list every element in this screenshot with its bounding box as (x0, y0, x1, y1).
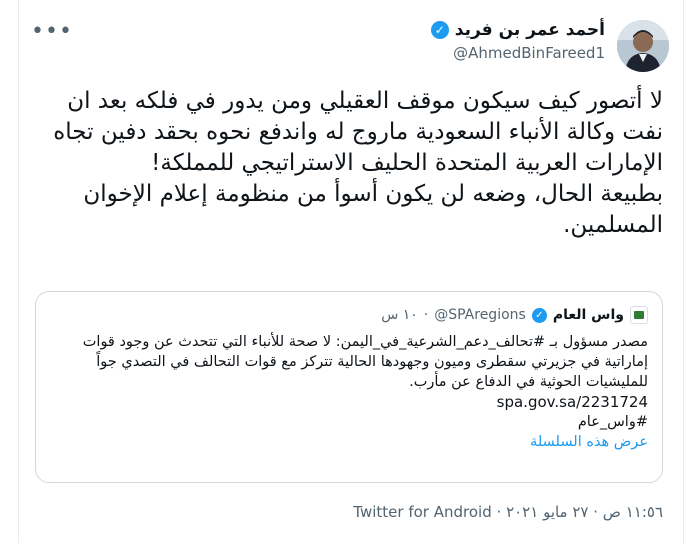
quoted-separator: · (423, 307, 429, 323)
quoted-author-handle: @SPAregions (434, 307, 526, 323)
quoted-avatar (630, 306, 648, 324)
tweet-footer: ١١:٥٦ ص · ٢٧ مايو ٢٠٢١ · Twitter for And… (39, 503, 663, 521)
author-info: أحمد عمر بن فريد ✓ @AhmedBinFareed1 (430, 20, 605, 62)
quoted-link[interactable]: spa.gov.sa/2231724 (50, 392, 648, 412)
quoted-tweet[interactable]: واس العام ✓ @SPAregions · ١٠ س مصدر مسؤو… (35, 291, 663, 483)
quoted-author-name: واس العام (552, 307, 624, 323)
quoted-hashtag[interactable]: #واس_عام (50, 412, 648, 432)
quoted-text: مصدر مسؤول بـ #تحالف_دعم_الشرعية_في_اليم… (82, 334, 648, 390)
quoted-time: ١٠ س (381, 307, 418, 323)
quoted-body: مصدر مسؤول بـ #تحالف_دعم_الشرعية_في_اليم… (50, 332, 648, 452)
author-avatar[interactable] (617, 20, 669, 72)
author-name-row[interactable]: أحمد عمر بن فريد ✓ (430, 20, 605, 40)
tweet-text: لا أتصور كيف سيكون موقف العقيلي ومن يدور… (37, 86, 663, 241)
show-thread-link[interactable]: عرض هذه السلسلة (50, 432, 648, 452)
tweet-card: ••• أحمد عمر بن فريد ✓ @AhmedBinFareed1 … (18, 0, 684, 543)
tweet-text-line: بطبيعة الحال، وضعه لن يكون أسوأ من منظوم… (83, 181, 663, 238)
verified-badge-icon: ✓ (430, 21, 449, 39)
tweet-text-line: لا أتصور كيف سيكون موقف العقيلي ومن يدور… (53, 88, 663, 176)
avatar-image (617, 20, 669, 72)
more-options-icon[interactable]: ••• (31, 21, 73, 43)
author-name[interactable]: أحمد عمر بن فريد (455, 20, 605, 40)
tweet-source[interactable]: Twitter for Android (353, 503, 491, 521)
tweet-timestamp[interactable]: ١١:٥٦ ص · ٢٧ مايو ٢٠٢١ · (497, 503, 663, 521)
verified-badge-icon: ✓ (531, 307, 547, 323)
quoted-tweet-header: واس العام ✓ @SPAregions · ١٠ س (50, 306, 648, 324)
author-handle[interactable]: @AhmedBinFareed1 (431, 44, 605, 62)
tweet-header: ••• أحمد عمر بن فريد ✓ @AhmedBinFareed1 (19, 14, 683, 74)
